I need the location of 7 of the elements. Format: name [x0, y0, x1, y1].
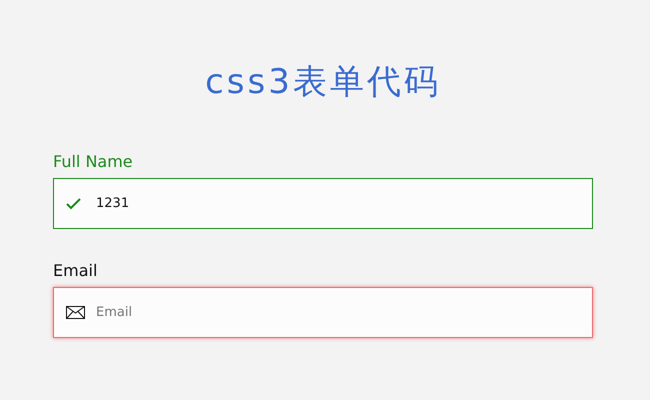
field-label: Full Name	[53, 152, 133, 171]
envelope-icon	[66, 306, 85, 319]
check-icon	[66, 198, 81, 210]
input-field[interactable]: Email	[53, 287, 593, 338]
input-field[interactable]: 1231	[53, 178, 593, 229]
field-label: Email	[53, 261, 98, 280]
page-title: css3表单代码	[204, 61, 442, 104]
